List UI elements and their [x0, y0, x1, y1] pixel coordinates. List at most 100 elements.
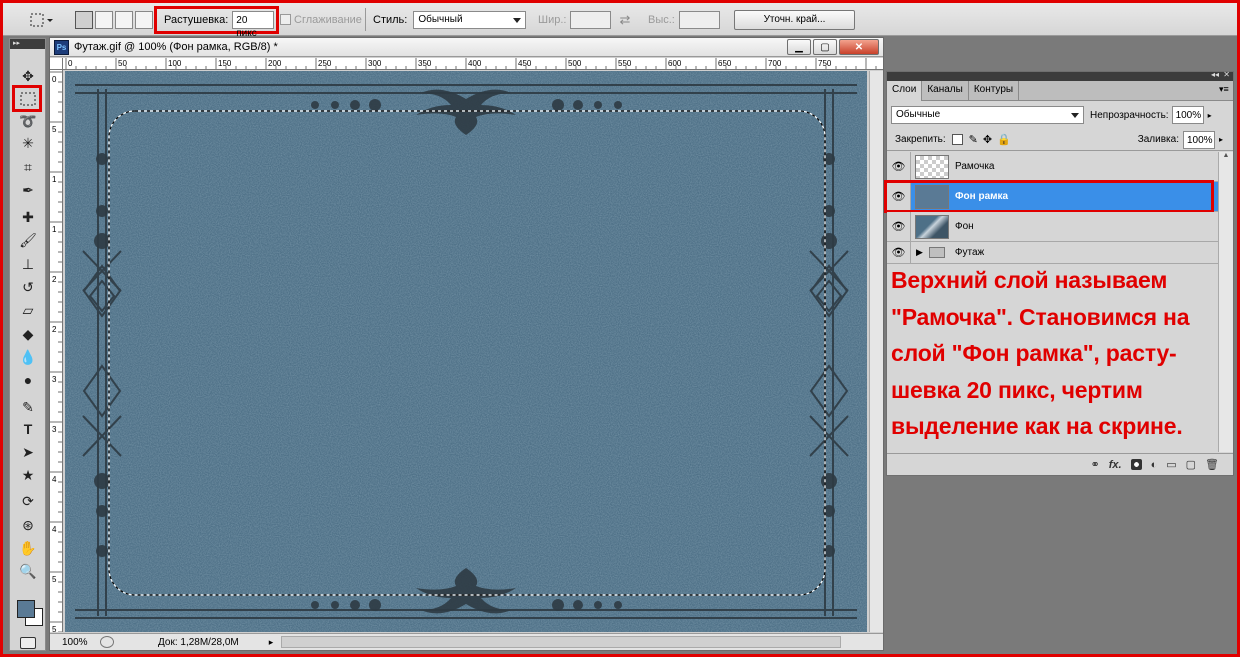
quick-mask-icon[interactable]	[20, 637, 36, 649]
horizontal-ruler[interactable]: 0 50 100 150 200 250 300 350 400 450 500 550 600 650 7…	[63, 58, 883, 70]
ruler-h-label: 500	[568, 59, 582, 68]
panel-menu-icon[interactable]: ▾≡	[1219, 81, 1233, 100]
status-menu-icon[interactable]	[100, 636, 114, 648]
fx-icon[interactable]: fx.	[1109, 459, 1122, 471]
maximize-button[interactable]: ▢	[813, 39, 837, 55]
intersect-selection-button[interactable]	[135, 10, 153, 29]
minimize-button[interactable]: ▁	[787, 39, 811, 55]
eye-icon[interactable]: 👁	[887, 242, 911, 263]
layer-name[interactable]: Фон	[955, 221, 974, 232]
ruler-v-label: 2	[52, 325, 57, 334]
path-select-tool-icon[interactable]: ➤	[15, 442, 41, 462]
antialias-checkbox[interactable]	[280, 14, 291, 25]
status-arrow-icon[interactable]: ▸	[269, 637, 274, 648]
bucket-tool-icon[interactable]: ◆	[15, 324, 41, 344]
opacity-slider-icon[interactable]: ▸	[1208, 111, 1212, 120]
panel-collapse-icon[interactable]: ◂◂	[1211, 70, 1219, 79]
link-icon[interactable]: ⚭	[1091, 458, 1100, 471]
image-canvas[interactable]	[65, 71, 867, 632]
pen-tool-icon[interactable]: ✎	[15, 397, 41, 417]
feather-input[interactable]: 20 пикс	[232, 10, 275, 39]
dodge-tool-icon[interactable]: ●	[15, 370, 41, 390]
add-selection-button[interactable]	[95, 10, 113, 29]
height-input[interactable]	[678, 10, 720, 29]
close-button[interactable]: ✕	[839, 39, 879, 55]
stamp-tool-icon[interactable]: ⊥	[15, 254, 41, 274]
lock-transparency-icon[interactable]	[951, 134, 963, 145]
healing-tool-icon[interactable]: ✚	[15, 207, 41, 227]
layer-row-futazh-group[interactable]: 👁 ▶ Футаж	[887, 242, 1218, 264]
eyedropper-tool-icon[interactable]: ✒	[15, 180, 41, 200]
crop-tool-icon[interactable]: ⌗	[15, 157, 41, 177]
document-statusbar: 100% Док: 1,28M/28,0M ▸	[50, 633, 883, 650]
opacity-input[interactable]: 100%	[1171, 106, 1204, 124]
document-vertical-scrollbar[interactable]	[869, 71, 883, 632]
group-expand-icon[interactable]: ▶	[916, 247, 923, 258]
ruler-v-label: 1	[52, 175, 57, 184]
layer-name[interactable]: Рамочка	[955, 161, 994, 172]
blur-tool-icon[interactable]: 💧	[15, 347, 41, 367]
ruler-h-label: 700	[768, 59, 782, 68]
3d-orbit-tool-icon[interactable]: ⊛	[15, 515, 41, 535]
lasso-tool-icon[interactable]: ➰	[15, 111, 41, 131]
panel-close-icon[interactable]: ✕	[1223, 70, 1230, 79]
ruler-origin[interactable]	[50, 58, 63, 70]
type-tool-icon[interactable]: T	[15, 419, 41, 439]
tab-paths[interactable]: Контуры	[969, 81, 1020, 101]
shape-tool-icon[interactable]: ★	[15, 465, 41, 485]
adjustment-icon[interactable]: ◐	[1151, 459, 1158, 471]
move-tool-icon[interactable]: ✥	[15, 66, 41, 86]
fill-input[interactable]: 100%	[1182, 130, 1215, 149]
zoom-value[interactable]: 100%	[62, 637, 100, 648]
magic-wand-tool-icon[interactable]: ✳	[15, 133, 41, 153]
new-layer-icon[interactable]: ▢	[1186, 458, 1196, 471]
lock-all-icon[interactable]: 🔒	[997, 133, 1011, 146]
ruler-h-label: 150	[218, 59, 232, 68]
subtract-selection-button[interactable]	[115, 10, 133, 29]
tab-channels[interactable]: Каналы	[922, 81, 969, 101]
height-label: Выс.:	[648, 13, 675, 26]
group-icon[interactable]: ▭	[1166, 458, 1176, 471]
layer-thumbnail	[915, 214, 949, 239]
ruler-h-label: 300	[368, 59, 382, 68]
3d-rotate-tool-icon[interactable]: ⟳	[15, 491, 41, 511]
ruler-h-label: 0	[68, 59, 73, 68]
frame-artwork	[65, 71, 867, 632]
ruler-h-label: 600	[668, 59, 682, 68]
brush-tool-icon[interactable]: 🖌	[15, 230, 41, 250]
trash-icon[interactable]: 🗑	[1205, 458, 1219, 471]
layer-row-fon[interactable]: 👁 Фон	[887, 212, 1218, 242]
tool-preset-picker[interactable]	[27, 3, 53, 36]
eye-icon[interactable]: 👁	[887, 212, 911, 241]
foreground-color-swatch[interactable]	[17, 600, 35, 618]
style-select[interactable]: Обычный	[413, 10, 527, 29]
width-input[interactable]	[570, 10, 612, 29]
history-brush-tool-icon[interactable]: ↺	[15, 277, 41, 297]
panel-tabs: Слои Каналы Контуры ▾≡	[887, 81, 1233, 101]
new-selection-button[interactable]	[75, 10, 93, 29]
toolbox-collapse-icon[interactable]: ▸▸	[10, 39, 45, 49]
zoom-tool-icon[interactable]: 🔍	[15, 561, 41, 581]
mask-icon[interactable]	[1130, 459, 1142, 470]
layer-row-ramochka[interactable]: 👁 Рамочка	[887, 152, 1218, 182]
fill-label: Заливка:	[1137, 134, 1179, 145]
swap-icon[interactable]: ⇄	[619, 12, 630, 28]
ruler-h-label: 200	[268, 59, 282, 68]
tab-layers[interactable]: Слои	[887, 81, 923, 101]
document-title: Футаж.gif @ 100% (Фон рамка, RGB/8) *	[74, 41, 278, 53]
blend-mode-select[interactable]: Обычные	[891, 106, 1084, 124]
ruler-h-label: 350	[418, 59, 432, 68]
eye-icon[interactable]: 👁	[887, 152, 911, 181]
eraser-tool-icon[interactable]: ▱	[15, 300, 41, 320]
vertical-ruler[interactable]: 0 5 1 1 2 2 3 3 4 4 5 5	[50, 70, 63, 632]
hand-tool-icon[interactable]: ✋	[15, 538, 41, 558]
lock-position-icon[interactable]: ✥	[983, 133, 992, 146]
fill-slider-icon[interactable]: ▸	[1219, 135, 1223, 144]
refine-edge-button[interactable]: Уточн. край...	[734, 9, 855, 30]
scroll-up-icon[interactable]: ▲	[1219, 152, 1233, 159]
marquee-tool-icon[interactable]	[15, 89, 41, 109]
layer-name[interactable]: Футаж	[955, 247, 984, 258]
marquee-preset-icon[interactable]	[27, 10, 53, 30]
lock-pixels-icon[interactable]: ✎	[969, 133, 978, 146]
document-horizontal-scrollbar[interactable]	[281, 636, 842, 648]
